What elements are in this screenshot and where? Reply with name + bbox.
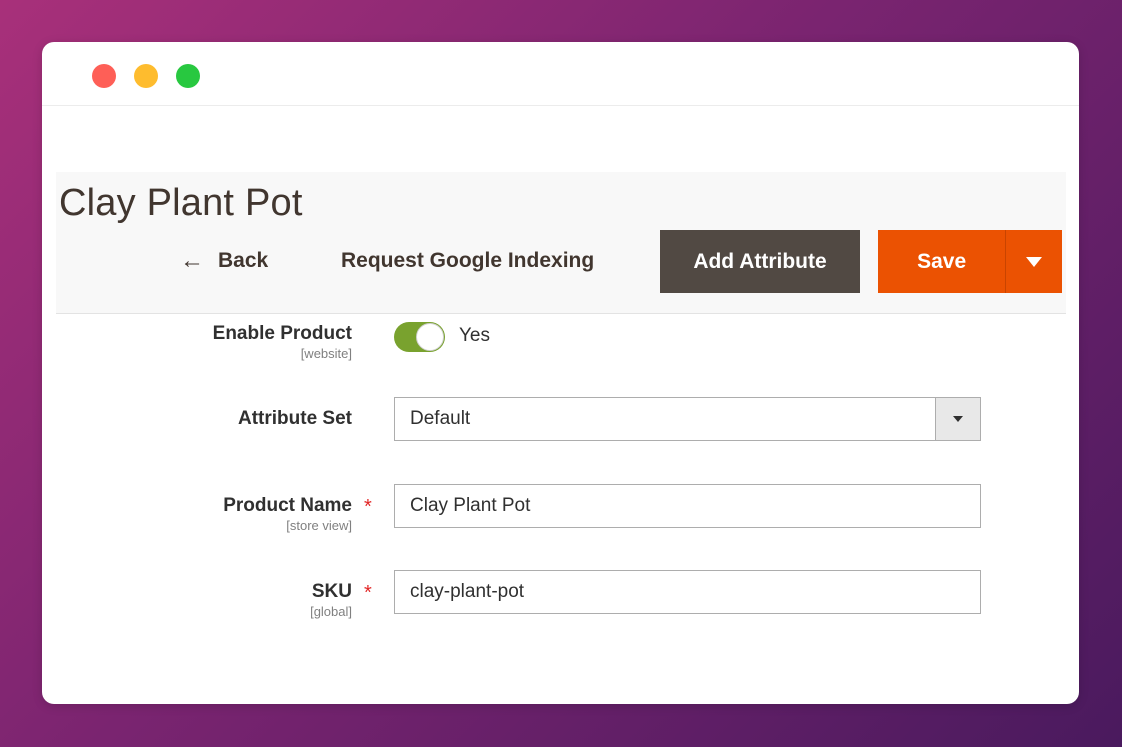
required-asterisk: * [364, 496, 372, 518]
product-name-label: Product Name [223, 495, 352, 516]
enable-product-label: Enable Product [212, 323, 352, 344]
attribute-set-value: Default [410, 408, 471, 429]
request-google-indexing-button[interactable]: Request Google Indexing [341, 230, 594, 292]
product-name-scope: [store view] [286, 518, 352, 533]
arrow-left-icon: ← [180, 247, 204, 274]
back-button[interactable]: ← Back [180, 230, 268, 292]
enable-product-label-group: Enable Product [website] [213, 322, 352, 362]
caret-down-icon [953, 416, 963, 422]
browser-window: Clay Plant Pot ← Back Request Google Ind… [42, 42, 1079, 704]
sku-input[interactable] [394, 570, 981, 614]
maximize-window-icon[interactable] [176, 64, 200, 88]
back-label: Back [218, 249, 269, 272]
save-options-toggle[interactable] [1005, 230, 1062, 293]
attribute-set-select[interactable]: Default [394, 397, 981, 441]
enable-product-value: Yes [459, 325, 490, 346]
save-button[interactable]: Save [878, 230, 1005, 293]
close-window-icon[interactable] [92, 64, 116, 88]
product-name-label-group: Product Name [store view] [223, 494, 352, 534]
product-name-input[interactable] [394, 484, 981, 528]
required-asterisk: * [364, 582, 372, 604]
minimize-window-icon[interactable] [134, 64, 158, 88]
select-arrow-button[interactable] [935, 398, 980, 440]
window-titlebar [42, 42, 1079, 106]
enable-product-scope: [website] [300, 346, 352, 361]
save-label: Save [917, 249, 967, 273]
save-split-button: Save [878, 230, 1062, 293]
add-attribute-label: Add Attribute [693, 249, 827, 273]
add-attribute-button[interactable]: Add Attribute [660, 230, 860, 293]
sku-scope: [global] [310, 604, 352, 619]
attribute-set-label: Attribute Set [238, 408, 352, 429]
page-actions-bar: Clay Plant Pot ← Back Request Google Ind… [56, 172, 1066, 314]
request-google-indexing-label: Request Google Indexing [341, 249, 595, 272]
attribute-set-label-group: Attribute Set [238, 407, 352, 431]
toggle-knob [416, 323, 444, 351]
enable-product-toggle[interactable] [394, 322, 445, 352]
sku-label: SKU [311, 581, 352, 602]
caret-down-icon [1026, 256, 1043, 267]
sku-label-group: SKU [global] [310, 580, 352, 620]
page-title: Clay Plant Pot [59, 182, 303, 224]
